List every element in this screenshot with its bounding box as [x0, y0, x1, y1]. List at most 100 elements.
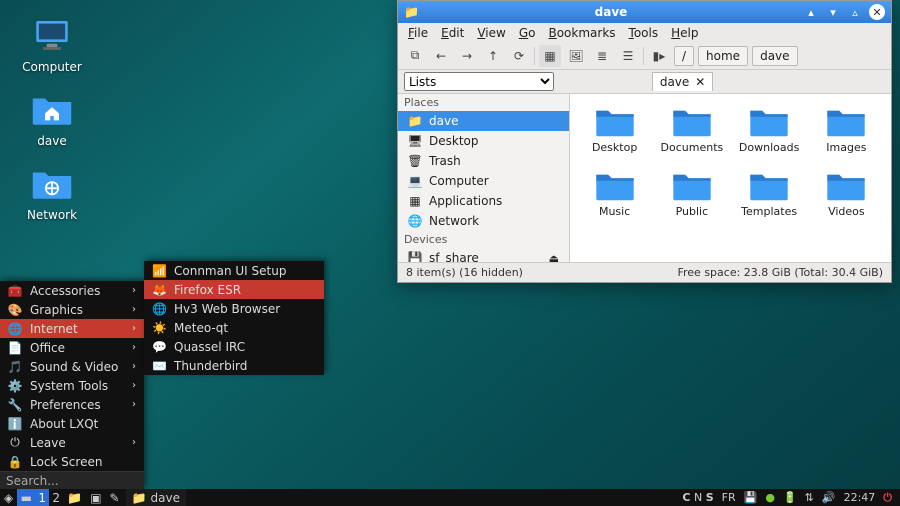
kb-layout[interactable]: FR [722, 491, 736, 504]
graphics-icon: 🎨 [8, 303, 22, 317]
up-button[interactable]: ↑ [482, 45, 504, 67]
menu-item-leave[interactable]: ⏻Leave› [0, 433, 144, 452]
menu-item-preferences[interactable]: 🔧Preferences› [0, 395, 144, 414]
menu-item-lock[interactable]: 🔒Lock Screen [0, 452, 144, 471]
path-root[interactable]: / [674, 46, 694, 66]
task-dave[interactable]: 📁dave [126, 489, 186, 506]
tray-battery-icon[interactable]: 🔋 [783, 491, 797, 504]
folder-icon [670, 168, 714, 202]
menu-item-sound[interactable]: 🎵Sound & Video› [0, 357, 144, 376]
thumb-view-button[interactable]: 🖼 [565, 45, 587, 67]
show-desktop-button[interactable]: ▬ [17, 489, 35, 506]
submenu-item-thunderbird[interactable]: ✉️Thunderbird [144, 356, 324, 375]
sidebar-item-desktop[interactable]: 🖥Desktop [398, 131, 569, 151]
menu-item-internet[interactable]: 🌐Internet› [0, 319, 144, 338]
reload-button[interactable]: ⟳ [508, 45, 530, 67]
folder-view[interactable]: Desktop Documents Downloads Images MusicPubl… [570, 94, 891, 262]
tray-removable-icon[interactable]: 💾 [744, 491, 758, 504]
clock[interactable]: 22:47 [844, 491, 876, 504]
menu-help[interactable]: Help [665, 24, 704, 42]
back-button[interactable]: ← [430, 45, 452, 67]
folder-desktop[interactable]: Desktop [580, 104, 649, 154]
folder-downloads[interactable]: Downloads [735, 104, 804, 154]
titlebar[interactable]: 📁 dave ▴ ▾ ▵ ✕ [398, 1, 891, 23]
icon-view-button[interactable]: ▦ [539, 45, 561, 67]
desktop-icon-label: Computer [22, 60, 82, 74]
folder-icon [747, 104, 791, 138]
side-pane-mode-select[interactable]: Lists [404, 72, 554, 91]
menu-edit[interactable]: Edit [435, 24, 470, 42]
start-button[interactable]: ◈ [0, 489, 17, 506]
folder-label: Downloads [739, 141, 799, 154]
submenu-item-hv3[interactable]: 🌐Hv3 Web Browser [144, 299, 324, 318]
menu-tools[interactable]: Tools [623, 24, 665, 42]
new-tab-button[interactable]: ⧉ [404, 45, 426, 67]
app-icon: ☀️ [152, 321, 166, 335]
tray-network-icon[interactable]: ⇅ [805, 491, 814, 504]
sidebar-item-sfshare[interactable]: 💾sf_share⏏ [398, 248, 569, 262]
close-button[interactable]: ✕ [869, 4, 885, 20]
list-view-button[interactable]: ☰ [617, 45, 639, 67]
window-title: dave [425, 5, 797, 19]
tray-status-icon[interactable]: ● [765, 491, 775, 504]
accessories-icon: 🧰 [8, 284, 22, 298]
desktop-icon-network[interactable]: Network [12, 162, 92, 222]
menu-item-office[interactable]: 📄Office› [0, 338, 144, 357]
path-edit-button[interactable]: ▮▸ [648, 45, 670, 67]
kb-indicator[interactable]: C N S [682, 491, 713, 504]
tray-volume-icon[interactable]: 🔊 [822, 491, 836, 504]
submenu-item-meteo[interactable]: ☀️Meteo-qt [144, 318, 324, 337]
path-segment-dave[interactable]: dave [752, 46, 797, 66]
sidebar-item-trash[interactable]: 🗑Trash [398, 151, 569, 171]
tab-close-icon[interactable]: ✕ [695, 75, 705, 89]
sidebar-item-network[interactable]: 🌐Network [398, 211, 569, 231]
maximize-button[interactable]: ▵ [847, 4, 863, 20]
quicklaunch-fm[interactable]: 📁 [63, 489, 86, 506]
quicklaunch-editor[interactable]: ✎ [106, 489, 124, 506]
sidebar-item-computer[interactable]: 💻Computer [398, 171, 569, 191]
folder-images[interactable]: Images [812, 104, 881, 154]
workspace-2[interactable]: 2 [49, 489, 63, 506]
app-icon: 🌐 [152, 302, 166, 316]
minimize-button[interactable]: ▾ [825, 4, 841, 20]
folder-videos[interactable]: Videos [812, 168, 881, 218]
workspace-1[interactable]: 1 [35, 489, 49, 506]
shade-button[interactable]: ▴ [803, 4, 819, 20]
tab-dave[interactable]: dave✕ [652, 72, 714, 91]
submenu-item-firefox[interactable]: 🦊Firefox ESR [144, 280, 324, 299]
quicklaunch-terminal[interactable]: ▣ [86, 489, 105, 506]
path-segment-home[interactable]: home [698, 46, 748, 66]
eject-icon[interactable]: ⏏ [549, 252, 559, 263]
sidebar-item-home[interactable]: 📁dave [398, 111, 569, 131]
submenu-item-connman[interactable]: 📶Connman UI Setup [144, 261, 324, 280]
folder-templates[interactable]: Templates [735, 168, 804, 218]
menu-bookmarks[interactable]: Bookmarks [542, 24, 621, 42]
menu-item-graphics[interactable]: 🎨Graphics› [0, 300, 144, 319]
forward-button[interactable]: → [456, 45, 478, 67]
app-icon: 📶 [152, 264, 166, 278]
menu-go[interactable]: Go [513, 24, 542, 42]
chevron-right-icon: › [132, 285, 136, 296]
computer-icon: 💻 [408, 174, 422, 188]
desktop-icon-home[interactable]: dave [12, 88, 92, 148]
compact-view-button[interactable]: ≣ [591, 45, 613, 67]
folder-label: Templates [741, 205, 797, 218]
home-icon: 📁 [408, 114, 422, 128]
menu-file[interactable]: File [402, 24, 434, 42]
menu-item-accessories[interactable]: 🧰Accessories› [0, 281, 144, 300]
menu-item-about[interactable]: ℹ️About LXQt [0, 414, 144, 433]
menu-view[interactable]: View [471, 24, 511, 42]
menu-search-input[interactable]: Search... [0, 471, 144, 489]
folder-public[interactable]: Public [657, 168, 726, 218]
separator [534, 47, 535, 65]
desktop-icon-computer[interactable]: Computer [12, 14, 92, 74]
folder-music[interactable]: Music [580, 168, 649, 218]
preferences-icon: 🔧 [8, 398, 22, 412]
folder-documents[interactable]: Documents [657, 104, 726, 154]
power-button[interactable]: ⏻ [883, 491, 892, 505]
internet-icon: 🌐 [8, 322, 22, 336]
folder-label: Desktop [592, 141, 637, 154]
submenu-item-quassel[interactable]: 💬Quassel IRC [144, 337, 324, 356]
sidebar-item-applications[interactable]: ▦Applications [398, 191, 569, 211]
menu-item-system[interactable]: ⚙️System Tools› [0, 376, 144, 395]
